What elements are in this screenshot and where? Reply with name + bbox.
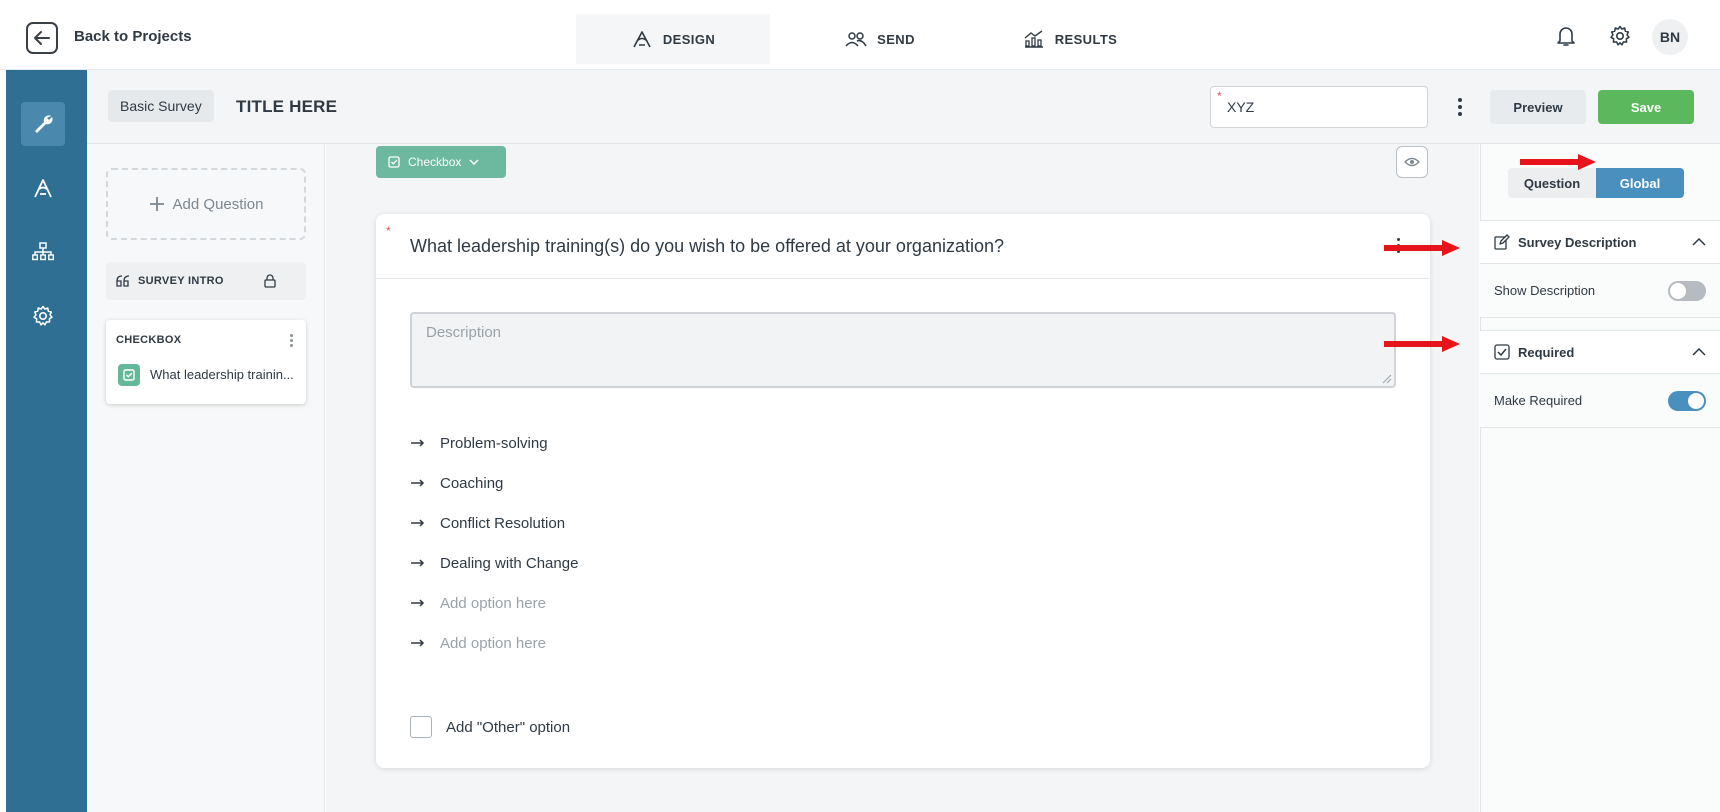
question-type-label: Checkbox — [408, 155, 462, 169]
eye-icon — [1404, 157, 1420, 167]
chart-icon — [1023, 30, 1045, 48]
add-option-row[interactable]: Add option here — [410, 632, 546, 654]
more-options-icon[interactable] — [1452, 94, 1468, 120]
survey-intro-label: SURVEY INTRO — [138, 275, 224, 287]
annotation-arrow-icon — [1384, 336, 1460, 352]
tab-global[interactable]: Global — [1596, 168, 1684, 198]
add-question-label: Add Question — [172, 195, 264, 213]
tab-send-label: SEND — [877, 31, 915, 47]
chevron-up-icon[interactable] — [1692, 348, 1706, 356]
arrow-left-icon — [33, 30, 51, 46]
question-editor-card — [376, 214, 1430, 768]
description-placeholder: Description — [426, 324, 502, 341]
rail-item-design[interactable] — [21, 166, 65, 210]
edit-icon — [1494, 234, 1510, 250]
required-asterisk: * — [1217, 89, 1222, 103]
settings-tab-switch: Question Global — [1508, 168, 1684, 198]
tab-send[interactable]: SEND — [820, 14, 940, 64]
users-icon — [845, 31, 867, 47]
add-other-option[interactable]: Add "Other" option — [410, 716, 570, 738]
question-type-label: CHECKBOX — [116, 334, 182, 346]
card-more-icon[interactable] — [286, 332, 296, 348]
checkbox-icon — [388, 156, 400, 168]
section-title: Required — [1518, 344, 1575, 360]
design-icon — [32, 178, 54, 198]
checkbox-icon — [118, 364, 140, 386]
back-to-projects-link[interactable]: Back to Projects — [74, 28, 192, 45]
arrow-right-icon — [410, 558, 426, 568]
rail-item-tools[interactable] — [21, 102, 65, 146]
lock-icon — [264, 274, 276, 288]
checkbox-icon — [1494, 344, 1510, 360]
make-required-row: Make Required — [1480, 374, 1720, 428]
option-row[interactable]: Coaching — [410, 472, 503, 494]
annotation-arrow-icon — [1520, 154, 1596, 170]
gear-icon — [32, 305, 54, 327]
rail-item-settings[interactable] — [21, 294, 65, 338]
option-label: Coaching — [440, 474, 504, 492]
back-button[interactable] — [26, 22, 58, 54]
question-list-panel — [87, 144, 325, 812]
survey-intro-item[interactable]: SURVEY INTRO — [106, 262, 306, 300]
show-description-toggle[interactable] — [1668, 280, 1706, 301]
gear-icon[interactable] — [1608, 24, 1632, 48]
survey-name-value: XYZ — [1227, 99, 1255, 115]
question-type-dropdown[interactable]: Checkbox — [376, 146, 506, 178]
add-question-button[interactable]: Add Question — [106, 168, 306, 240]
annotation-arrow-icon — [1384, 240, 1460, 256]
other-option-checkbox[interactable] — [410, 716, 432, 738]
survey-type-badge[interactable]: Basic Survey — [108, 90, 214, 122]
section-required[interactable]: Required — [1480, 330, 1720, 374]
arrow-right-icon — [410, 598, 426, 608]
quote-icon — [116, 275, 130, 287]
required-asterisk: * — [386, 224, 391, 238]
make-required-label: Make Required — [1494, 393, 1583, 408]
survey-name-field[interactable]: * XYZ — [1210, 86, 1428, 128]
show-description-label: Show Description — [1494, 283, 1596, 298]
preview-button[interactable]: Preview — [1490, 90, 1586, 124]
arrow-right-icon — [410, 438, 426, 448]
arrow-right-icon — [410, 518, 426, 528]
section-survey-description[interactable]: Survey Description — [1480, 220, 1720, 264]
divider — [376, 278, 1430, 279]
section-title: Survey Description — [1518, 234, 1637, 250]
wrench-icon — [32, 113, 54, 135]
add-option-placeholder: Add option here — [440, 634, 546, 652]
plus-icon — [149, 196, 165, 212]
other-option-label: Add "Other" option — [446, 718, 571, 736]
preview-eye-button[interactable] — [1396, 146, 1428, 178]
resize-grip-icon[interactable] — [1382, 374, 1392, 384]
avatar[interactable]: BN — [1652, 19, 1688, 55]
description-field[interactable]: Description — [410, 312, 1396, 388]
option-label: Conflict Resolution — [440, 514, 566, 532]
option-row[interactable]: Dealing with Change — [410, 552, 578, 574]
tab-design-label: DESIGN — [662, 31, 716, 47]
survey-title[interactable]: TITLE HERE — [236, 97, 337, 117]
save-button[interactable]: Save — [1598, 90, 1694, 124]
tab-design[interactable]: DESIGN — [576, 14, 770, 64]
tab-results[interactable]: RESULTS — [1010, 14, 1130, 64]
arrow-right-icon — [410, 478, 426, 488]
tab-question[interactable]: Question — [1508, 168, 1596, 198]
rail-item-logic[interactable] — [21, 230, 65, 274]
design-icon — [631, 30, 653, 48]
add-option-placeholder: Add option here — [440, 594, 546, 612]
question-card-text: What leadership trainin... — [150, 367, 294, 382]
option-label: Dealing with Change — [440, 554, 579, 572]
option-label: Problem-solving — [440, 434, 548, 452]
question-text[interactable]: What leadership training(s) do you wish … — [410, 236, 1004, 257]
bell-icon[interactable] — [1554, 24, 1578, 48]
option-row[interactable]: Problem-solving — [410, 432, 548, 454]
chevron-down-icon — [469, 158, 479, 166]
add-option-row[interactable]: Add option here — [410, 592, 546, 614]
tab-results-label: RESULTS — [1054, 31, 1118, 47]
show-description-row: Show Description — [1480, 264, 1720, 318]
arrow-right-icon — [410, 638, 426, 648]
option-row[interactable]: Conflict Resolution — [410, 512, 565, 534]
sitemap-icon — [32, 242, 54, 262]
question-card[interactable]: CHECKBOX What leadership trainin... — [106, 320, 306, 404]
make-required-toggle[interactable] — [1668, 390, 1706, 411]
chevron-up-icon[interactable] — [1692, 238, 1706, 246]
